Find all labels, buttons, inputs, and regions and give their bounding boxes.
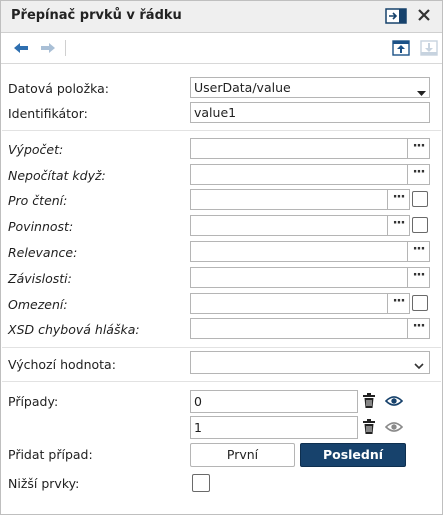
arrow-left-icon[interactable] <box>13 40 29 56</box>
relevance-label: Relevance: <box>8 245 78 260</box>
readonly-checkbox[interactable] <box>412 191 428 207</box>
constraint-label: Omezení: <box>8 297 68 312</box>
required-more-button[interactable]: ··· <box>387 216 409 235</box>
add-first-case-button[interactable]: První <box>190 443 295 467</box>
dependencies-label: Závislosti: <box>8 271 72 286</box>
divider <box>2 347 441 348</box>
move-up-icon[interactable] <box>392 40 410 56</box>
eye-icon[interactable] <box>384 419 404 435</box>
data-item-value: UserData/value <box>194 80 291 95</box>
trash-icon[interactable] <box>362 419 378 435</box>
xsd-error-input[interactable]: ··· <box>190 318 430 339</box>
dont-calc-label: Nepočítat když: <box>8 168 106 183</box>
divider <box>2 130 441 131</box>
caret-down-icon <box>417 85 426 100</box>
divider <box>2 381 441 382</box>
default-value-label: Výchozí hodnota: <box>8 357 116 372</box>
dock-panel-icon[interactable] <box>385 8 407 24</box>
default-value-select[interactable] <box>190 351 430 374</box>
properties-panel: Přepínač prvků v řádku Datová položka: U… <box>0 0 443 515</box>
add-last-case-button[interactable]: Poslední <box>300 443 406 467</box>
identifier-input[interactable]: value1 <box>190 102 430 123</box>
move-down-icon[interactable] <box>420 40 438 56</box>
close-icon[interactable] <box>415 6 433 24</box>
case-input[interactable]: 1 <box>190 416 358 439</box>
calculation-input[interactable]: ··· <box>190 138 430 159</box>
dont-calc-input[interactable]: ··· <box>190 164 430 185</box>
relevance-more-button[interactable]: ··· <box>407 242 429 261</box>
identifier-value: value1 <box>194 105 237 120</box>
calculation-label: Výpočet: <box>8 142 64 157</box>
panel-title-bar: Přepínač prvků v řádku <box>1 1 442 33</box>
calculation-more-button[interactable]: ··· <box>407 139 429 158</box>
dependencies-input[interactable]: ··· <box>190 267 430 288</box>
xsd-error-label: XSD chybová hláška: <box>8 322 140 337</box>
panel-title: Přepínač prvků v řádku <box>11 8 182 23</box>
toolbar-separator <box>65 40 66 56</box>
trash-icon[interactable] <box>362 393 378 409</box>
constraint-input[interactable]: ··· <box>190 293 410 314</box>
cases-label: Případy: <box>8 394 59 409</box>
relevance-input[interactable]: ··· <box>190 241 430 262</box>
arrow-right-icon[interactable] <box>40 40 56 56</box>
readonly-label: Pro čtení: <box>8 193 68 208</box>
readonly-more-button[interactable]: ··· <box>387 190 409 209</box>
chevron-down-icon <box>414 358 424 373</box>
required-label: Povinnost: <box>8 219 74 234</box>
identifier-label: Identifikátor: <box>8 106 88 121</box>
case-value: 1 <box>194 420 202 435</box>
lower-items-label: Nižší prvky: <box>8 476 80 491</box>
data-item-select[interactable]: UserData/value <box>190 77 430 98</box>
constraint-more-button[interactable]: ··· <box>387 294 409 313</box>
case-input[interactable]: 0 <box>190 390 358 413</box>
add-case-label: Přidat případ: <box>8 447 93 462</box>
case-value: 0 <box>194 394 202 409</box>
required-checkbox[interactable] <box>412 217 428 233</box>
required-input[interactable]: ··· <box>190 215 410 236</box>
dont-calc-more-button[interactable]: ··· <box>407 165 429 184</box>
data-item-label: Datová položka: <box>8 81 110 96</box>
dependencies-more-button[interactable]: ··· <box>407 268 429 287</box>
lower-items-checkbox[interactable] <box>192 474 210 492</box>
toolbar <box>1 33 442 64</box>
constraint-checkbox[interactable] <box>412 295 428 311</box>
readonly-input[interactable]: ··· <box>190 189 410 210</box>
eye-icon[interactable] <box>384 393 404 409</box>
xsd-error-more-button[interactable]: ··· <box>407 319 429 338</box>
